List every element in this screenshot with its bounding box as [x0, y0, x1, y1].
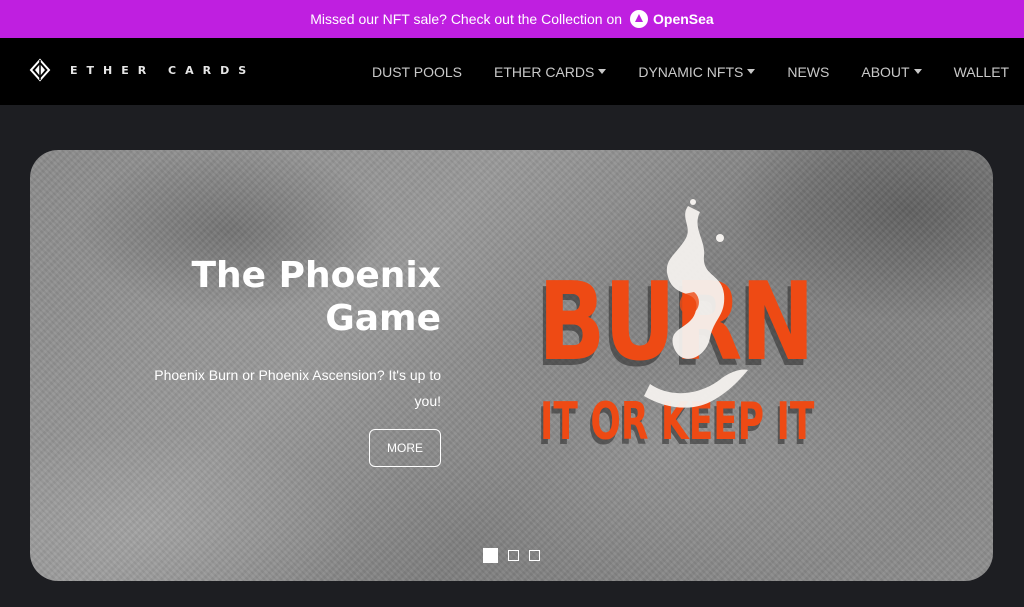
nav-item-ether-cards[interactable]: ETHER CARDS — [494, 63, 607, 80]
hero-subtitle-line: you! — [414, 393, 441, 409]
carousel-indicator-1[interactable] — [483, 548, 498, 563]
nav-item-label: ABOUT — [861, 63, 910, 80]
hero-title-line: The Phoenix — [191, 255, 442, 296]
opensea-label: OpenSea — [653, 11, 714, 27]
hero-title-line: Game — [325, 298, 441, 339]
caret-down-icon — [598, 69, 607, 74]
hero-caption: The Phoenix Game Phoenix Burn or Phoenix… — [121, 254, 441, 414]
carousel-indicators — [483, 548, 550, 563]
hero-carousel: The Phoenix Game Phoenix Burn or Phoenix… — [30, 150, 993, 581]
nav-item-news[interactable]: NEWS — [787, 64, 829, 80]
nav-item-label: DUST POOLS — [372, 63, 462, 80]
caret-down-icon — [913, 69, 922, 74]
nav-item-label: ETHER CARDS — [494, 63, 595, 80]
main-navbar: ETHER CARDS DUST POOLS ETHER CARDS DYNAM… — [0, 38, 1024, 105]
flame-hand-icon — [644, 199, 748, 408]
more-button[interactable]: MORE — [369, 429, 441, 467]
hero-subtitle: Phoenix Burn or Phoenix Ascension? It's … — [121, 362, 441, 414]
promo-text: Missed our NFT sale? Check out the Colle… — [310, 11, 623, 27]
nav-item-about[interactable]: ABOUT — [861, 63, 922, 80]
promo-banner: Missed our NFT sale? Check out the Colle… — [0, 0, 1024, 38]
nav-menu: DUST POOLS ETHER CARDS DYNAMIC NFTS NEWS… — [356, 38, 1024, 105]
brand-name: ETHER CARDS — [70, 63, 256, 77]
nav-item-label: DYNAMIC NFTS — [638, 63, 744, 80]
carousel-indicator-3[interactable] — [529, 550, 540, 561]
nav-item-dynamic-nfts[interactable]: DYNAMIC NFTS — [638, 63, 756, 80]
hero-subtitle-line: Phoenix Burn or Phoenix Ascension? It's … — [154, 367, 441, 383]
caret-down-icon — [747, 69, 756, 74]
nav-item-wallet[interactable]: WALLET — [954, 64, 1010, 80]
nav-item-dust-pools[interactable]: DUST POOLS — [372, 64, 462, 80]
opensea-link[interactable]: OpenSea — [630, 10, 714, 28]
nav-item-label: WALLET — [953, 63, 1010, 80]
burn-it-or-keep-it-artwork: BURN IT OR KEEP IT — [538, 198, 858, 468]
hero-title: The Phoenix Game — [121, 254, 442, 340]
opensea-icon — [630, 10, 649, 28]
nav-item-label: NEWS — [787, 63, 830, 80]
ether-cards-logo-icon — [29, 58, 51, 82]
brand-home-link[interactable]: ETHER CARDS — [28, 58, 255, 82]
carousel-indicator-2[interactable] — [508, 550, 519, 561]
